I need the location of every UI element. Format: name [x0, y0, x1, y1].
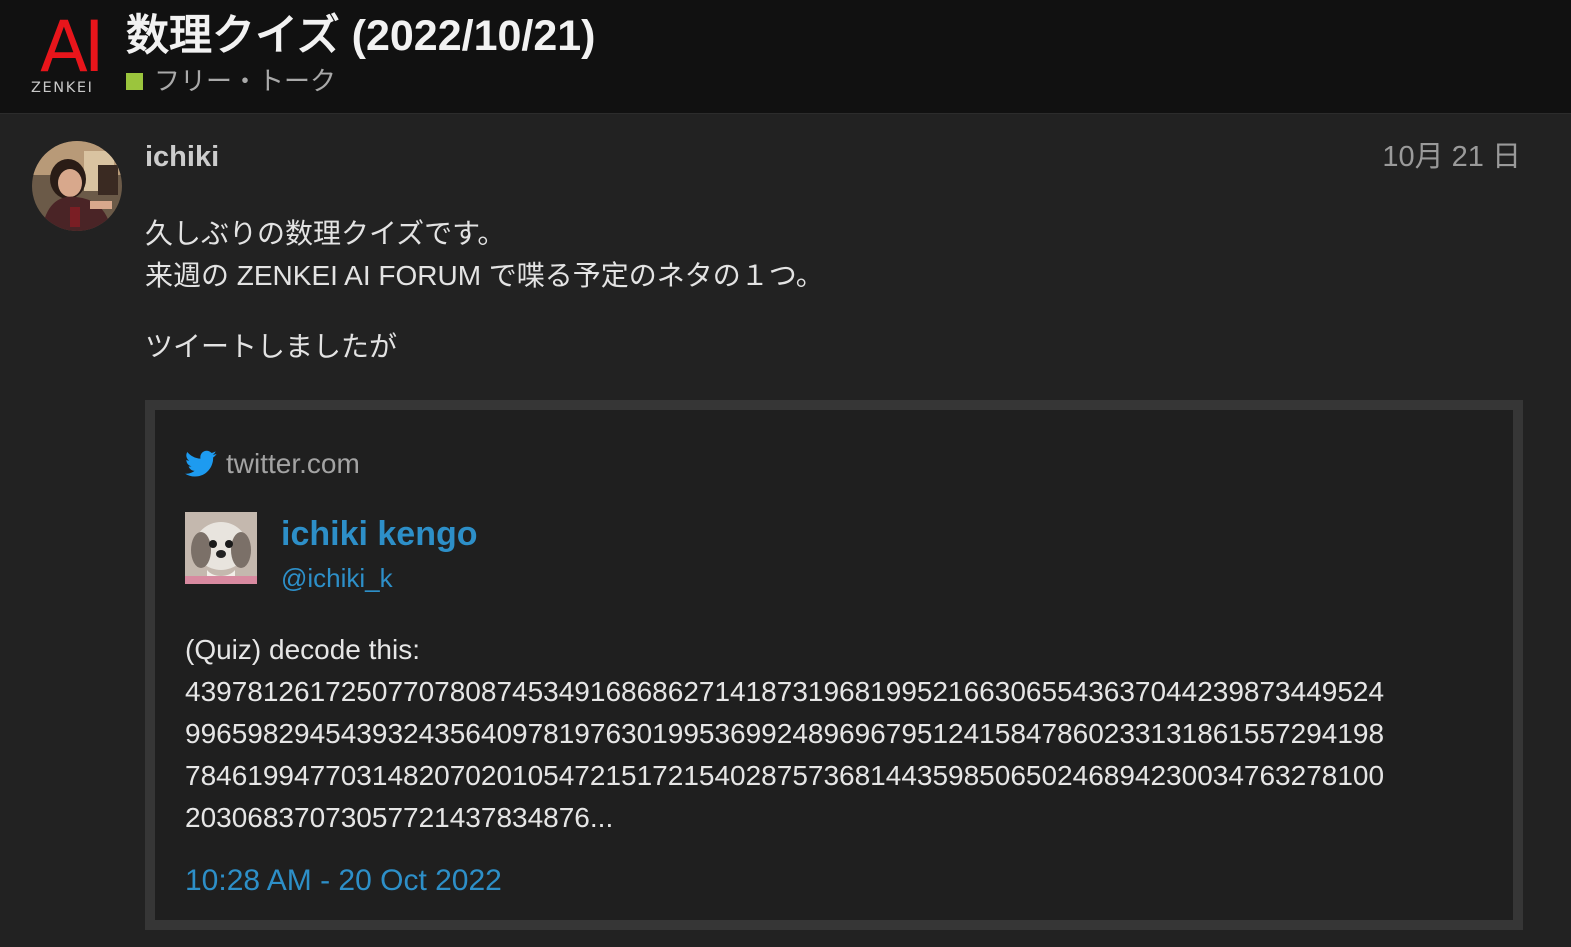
category-badge [126, 72, 143, 90]
tweet-text-line: (Quiz) decode this: [185, 634, 420, 665]
topic-header: AI ZENKEI 数理クイズ (2022/10/21) フリー・トーク [0, 0, 1571, 114]
post-paragraph: 久しぶりの数理クイズです。 [145, 218, 506, 249]
onebox-source[interactable]: twitter.com [185, 446, 360, 482]
category-name: フリー・トーク [154, 66, 337, 96]
tweet-text-line: 20306837073057721437834876... [185, 802, 614, 833]
tweet-timestamp-link[interactable]: 10:28 AM - 20 Oct 2022 [185, 863, 502, 899]
post-date[interactable]: 10月 21 日 [1382, 139, 1521, 175]
logo-wordmark: ZENKEI [31, 80, 94, 96]
tweet-text: (Quiz) decode this: 43978126172507707808… [185, 629, 1485, 839]
post-paragraph: ツイートしましたが [145, 331, 398, 362]
tweet-author-name[interactable]: ichiki kengo [281, 514, 478, 554]
tweet-text-line: 9965982945439324356409781976301995369924… [185, 718, 1385, 749]
post-paragraph: 来週の ZENKEI AI FORUM で喋る予定のネタの１つ。 [145, 260, 824, 291]
tweet-text-line: 4397812617250770780874534916868627141873… [185, 676, 1385, 707]
twitter-bird-icon [185, 450, 217, 477]
tweet-onebox[interactable]: twitter.com ichiki kengo @ichiki_k (Quiz… [145, 400, 1523, 930]
tweet-author-avatar[interactable] [185, 512, 257, 584]
category-link[interactable]: フリー・トーク [126, 66, 336, 96]
topic-title[interactable]: 数理クイズ (2022/10/21) [126, 11, 596, 61]
post-author-name[interactable]: ichiki [145, 139, 219, 175]
post-content: 久しぶりの数理クイズです。 来週の ZENKEI AI FORUM で喋る予定の… [145, 213, 1525, 368]
dog-photo-avatar-icon [185, 512, 257, 584]
user-photo-avatar-icon [32, 141, 122, 231]
tweet-author-handle[interactable]: @ichiki_k [281, 563, 393, 593]
onebox-source-domain: twitter.com [226, 448, 360, 479]
logo-mark: AI [40, 6, 105, 88]
tweet-text-line: 7846199477031482070201054721517215402875… [185, 760, 1385, 791]
site-logo[interactable]: AI ZENKEI [30, 12, 112, 96]
author-avatar[interactable] [32, 141, 122, 231]
